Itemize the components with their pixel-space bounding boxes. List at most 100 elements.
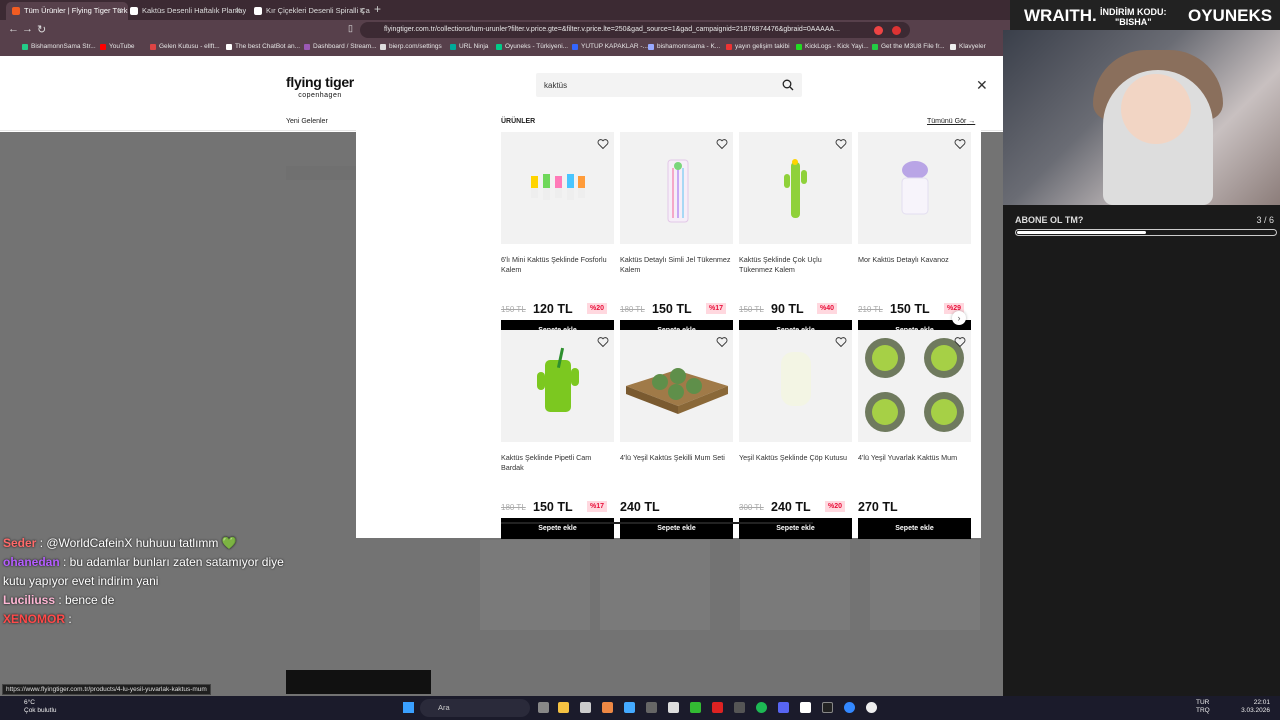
product-price: 150 TL [890,302,930,316]
product-card[interactable]: 4'lü Yeşil Yuvarlak Kaktüs Mum 270 TL Se… [858,330,973,539]
see-all-link[interactable]: Tümünü Gör → [927,118,975,125]
product-name[interactable]: Kaktüs Detaylı Simli Jel Tükenmez Kalem [620,255,735,275]
goal-title: ABONE OL TM? [1015,215,1084,225]
wishlist-heart-icon[interactable] [835,138,847,150]
bookmark-item[interactable]: Gelen Kutusu - ellft... [150,43,220,50]
capcut-icon[interactable] [822,702,833,713]
product-price: 240 TL [620,500,660,514]
xbox-icon[interactable] [690,702,701,713]
product-name[interactable]: Yeşil Kaktüs Şeklinde Çöp Kutusu [739,453,854,463]
product-name[interactable]: Kaktüs Şeklinde Pipetli Cam Bardak [501,453,616,473]
search-icon[interactable] [782,79,794,91]
sub-goal-widget: ABONE OL TM? 3 / 6 [1003,205,1280,245]
wishlist-heart-icon[interactable] [597,336,609,348]
discord-icon[interactable] [778,702,789,713]
bookmark-item[interactable]: YouTube [100,43,135,50]
carousel-next-icon[interactable]: › [952,311,966,325]
spotify-icon[interactable] [756,702,767,713]
chat-message: XENOMOR : [3,612,72,626]
product-card[interactable]: Yeşil Kaktüs Şeklinde Çöp Kutusu 300 TL … [739,330,854,539]
clock[interactable]: 22:01 3.03.2026 [1241,699,1270,715]
close-tab-icon[interactable]: ✕ [235,2,241,20]
add-to-cart-button[interactable]: Sepete ekle [858,518,971,539]
product-price: 150 TL [652,302,692,316]
product-name[interactable]: Kaktüs Şeklinde Çok Uçlu Tükenmez Kalem [739,255,854,275]
bookmark-item[interactable]: URL Ninja [450,43,488,50]
bookmark-item[interactable]: BishamonnSama Str... [22,43,96,50]
favicon-icon [12,7,20,15]
app-icon[interactable] [734,702,745,713]
language-indicator[interactable]: TUR TRQ [1196,699,1210,715]
old-price: 180 TL [620,305,645,314]
reload-icon[interactable]: ↻ [37,23,46,36]
bookmark-item[interactable]: bierp.com/settings [380,43,442,50]
wishlist-heart-icon[interactable] [835,336,847,348]
wishlist-heart-icon[interactable] [716,336,728,348]
tab-flying-tiger[interactable]: Tüm Ürünler | Flying Tiger Türk... ✕ [6,2,128,20]
section-title: ÜRÜNLER [501,118,536,125]
carousel-scrollbar[interactable] [501,522,813,524]
edge-icon[interactable] [844,702,855,713]
search-input[interactable]: kaktüs [536,73,802,97]
product-card[interactable]: Kaktüs Şeklinde Çok Uçlu Tükenmez Kalem … [739,132,854,341]
new-tab-button[interactable]: + [374,2,381,16]
close-tab-icon[interactable]: ✕ [359,2,365,20]
product-name[interactable]: 4'lü Yeşil Yuvarlak Kaktüs Mum [858,453,973,463]
brand-logo: OYUNEKS [1188,6,1273,25]
wishlist-heart-icon[interactable] [954,138,966,150]
webcam-feed [1003,30,1280,205]
bookmark-item[interactable]: YUTUP KAPAKLAR -... [572,43,648,50]
product-card[interactable]: 6'lı Mini Kaktüs Şeklinde Fosforlu Kalem… [501,132,616,341]
nav-new-arrivals[interactable]: Yeni Gelenler [286,118,328,125]
telegram-icon[interactable] [624,702,635,713]
product-ghost [740,540,850,630]
obs-icon[interactable] [866,702,877,713]
bookmark-item[interactable]: Dashboard / Stream... [304,43,377,50]
product-name[interactable]: 6'lı Mini Kaktüs Şeklinde Fosforlu Kalem [501,255,616,275]
wishlist-heart-icon[interactable] [954,336,966,348]
bookmark-item[interactable]: Klavyeler [950,43,986,50]
tab-notebook[interactable]: Kır Çiçekleri Desenli Spiralli Çalışma ✕ [248,2,370,20]
product-card[interactable]: Kaktüs Detaylı Simli Jel Tükenmez Kalem … [620,132,735,341]
product-card[interactable]: 4'lü Yeşil Kaktüs Şekilli Mum Seti 240 T… [620,330,735,539]
app-icon[interactable] [712,702,723,713]
file-explorer-icon[interactable] [558,702,569,713]
back-icon[interactable]: ← [8,23,19,35]
site-logo[interactable]: flying tiger copenhagen [286,75,354,102]
extension-icon[interactable] [892,26,901,35]
bookmark-icon[interactable]: ▯ [348,23,353,34]
weather-widget[interactable]: 6°C Çok bulutlu [24,699,57,715]
product-ghost [870,540,980,630]
browser-icon[interactable] [602,702,613,713]
old-price: 180 TL [501,503,526,512]
bookmark-item[interactable]: yayın gelişim takibi [726,43,790,50]
close-search-icon[interactable]: ✕ [976,78,988,92]
close-tab-icon[interactable]: ✕ [117,2,123,20]
windows-start-icon[interactable] [403,702,414,713]
url-text: flyingtiger.com.tr/collections/tum-urunl… [384,26,840,33]
chat-message: Luciliuss : bence de [3,593,115,607]
steam-icon[interactable] [646,702,657,713]
extension-icon[interactable] [874,26,883,35]
product-card[interactable]: Kaktüs Şeklinde Pipetli Cam Bardak 180 T… [501,330,616,539]
bookmark-item[interactable]: Oyuneks - Türkiyeni... [496,43,568,50]
tab-planner[interactable]: Kaktüs Desenli Haftalık Planlayıcı | Fly… [124,2,246,20]
product-name[interactable]: Mor Kaktüs Detaylı Kavanoz [858,255,973,265]
task-view-icon[interactable] [538,702,549,713]
forward-icon[interactable]: → [22,23,33,35]
wishlist-heart-icon[interactable] [716,138,728,150]
url-field[interactable]: flyingtiger.com.tr/collections/tum-urunl… [360,22,910,38]
app-icon[interactable] [668,702,679,713]
bookmark-item[interactable]: KickLogs - Kick Yayi... [796,43,869,50]
product-card[interactable]: Mor Kaktüs Detaylı Kavanoz 210 TL 150 TL… [858,132,973,341]
bookmark-item[interactable]: Get the M3U8 File fr... [872,43,945,50]
taskbar-search[interactable]: Ara [420,699,530,717]
bookmark-item[interactable]: The best ChatBot an... [226,43,300,50]
bookmark-item[interactable]: bishamonnsama - K... [648,43,720,50]
tab-title: Kaktüs Desenli Haftalık Planlayıcı | Fly [142,6,246,15]
wishlist-heart-icon[interactable] [597,138,609,150]
product-ghost [480,540,590,630]
product-name[interactable]: 4'lü Yeşil Kaktüs Şekilli Mum Seti [620,453,735,463]
store-icon[interactable] [580,702,591,713]
notepad-icon[interactable] [800,702,811,713]
